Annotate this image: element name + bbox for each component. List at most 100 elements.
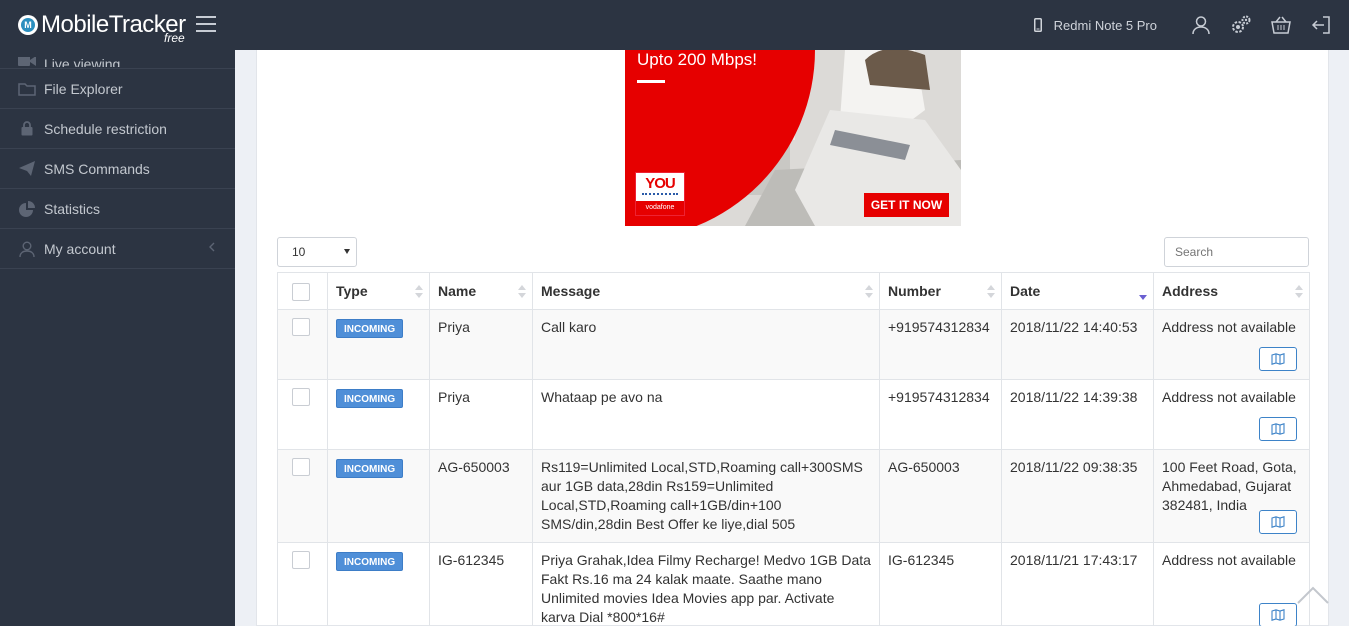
sidebar-item-label: File Explorer <box>44 80 123 97</box>
date-cell: 2018/11/22 14:40:53 <box>1001 309 1154 380</box>
column-label: Type <box>336 283 368 299</box>
user-icon <box>18 240 36 258</box>
message-cell: Whataap pe avo na <box>532 379 880 450</box>
sort-icon <box>518 285 526 299</box>
map-icon <box>1271 516 1285 528</box>
map-icon <box>1271 423 1285 435</box>
sort-icon <box>1295 285 1303 299</box>
ad-brand: YOU <box>645 175 676 192</box>
sort-icon <box>415 285 423 299</box>
map-icon <box>1271 353 1285 365</box>
type-cell: INCOMING <box>327 542 430 626</box>
column-header-name[interactable]: Name <box>429 272 533 310</box>
status-badge: INCOMING <box>336 319 404 338</box>
address-cell: Address not available <box>1153 379 1310 450</box>
pie-chart-icon <box>18 200 36 218</box>
phone-icon <box>1033 18 1042 32</box>
row-checkbox[interactable] <box>292 388 310 406</box>
number-cell: +919574312834 <box>879 379 1002 450</box>
address-cell: Address not available <box>1153 309 1310 380</box>
status-badge: INCOMING <box>336 552 404 571</box>
column-label: Number <box>888 283 941 299</box>
top-bar: M MobileTracker free Redmi Note 5 Pro <box>0 0 1349 50</box>
user-icon[interactable] <box>1181 0 1221 50</box>
map-button[interactable] <box>1259 417 1297 441</box>
row-checkbox[interactable] <box>292 318 310 336</box>
date-cell: 2018/11/21 17:43:17 <box>1001 542 1154 626</box>
address-text: Address not available <box>1162 552 1296 568</box>
table-row[interactable]: INCOMING Priya Call karo +919574312834 2… <box>277 309 1310 380</box>
sidebar-item-schedule-restriction[interactable]: Schedule restriction <box>0 109 235 149</box>
address-text: Address not available <box>1162 389 1296 405</box>
paper-plane-icon <box>18 160 36 178</box>
row-select-cell <box>277 449 328 543</box>
column-header-type[interactable]: Type <box>327 272 430 310</box>
message-cell: Rs119=Unlimited Local,STD,Roaming call+3… <box>532 449 880 543</box>
sidebar-item-statistics[interactable]: Statistics <box>0 189 235 229</box>
sidebar: Live viewing File Explorer Schedule rest… <box>0 50 235 626</box>
device-selector[interactable]: Redmi Note 5 Pro <box>1033 17 1157 33</box>
caret-down-icon <box>344 249 350 254</box>
row-checkbox[interactable] <box>292 551 310 569</box>
column-header-date[interactable]: Date <box>1001 272 1154 310</box>
sidebar-item-my-account[interactable]: My account <box>0 229 235 269</box>
number-cell: +919574312834 <box>879 309 1002 380</box>
name-cell: Priya <box>429 309 533 380</box>
table-row[interactable]: INCOMING AG-650003 Rs119=Unlimited Local… <box>277 449 1310 543</box>
settings-gears-icon[interactable] <box>1221 0 1261 50</box>
menu-toggle-icon[interactable] <box>196 16 216 32</box>
type-cell: INCOMING <box>327 449 430 543</box>
folder-icon <box>18 80 36 98</box>
chevron-left-icon <box>209 242 215 252</box>
video-camera-icon <box>18 57 36 67</box>
row-checkbox[interactable] <box>292 458 310 476</box>
address-text: 100 Feet Road, Gota, Ahmedabad, Gujarat … <box>1162 459 1297 513</box>
message-cell: Priya Grahak,Idea Filmy Recharge! Medvo … <box>532 542 880 626</box>
map-button[interactable] <box>1259 347 1297 371</box>
search-input[interactable] <box>1164 237 1309 267</box>
address-text: Address not available <box>1162 319 1296 335</box>
scroll-to-top-icon[interactable] <box>1297 586 1329 604</box>
column-label: Message <box>541 283 601 299</box>
date-cell: 2018/11/22 09:38:35 <box>1001 449 1154 543</box>
sort-desc-icon <box>1139 285 1147 300</box>
column-label: Address <box>1162 283 1219 299</box>
status-badge: INCOMING <box>336 459 404 478</box>
lock-icon <box>18 120 36 138</box>
app-logo[interactable]: M MobileTracker free <box>18 0 198 50</box>
ad-divider <box>637 80 665 83</box>
sidebar-item-live-viewing[interactable]: Live viewing <box>0 50 235 69</box>
row-select-cell <box>277 309 328 380</box>
sort-icon <box>987 285 995 299</box>
sidebar-item-label: Live viewing <box>44 57 121 67</box>
column-header-address[interactable]: Address <box>1153 272 1310 310</box>
map-button[interactable] <box>1259 510 1297 534</box>
logout-icon[interactable] <box>1301 0 1341 50</box>
column-header-message[interactable]: Message <box>532 272 880 310</box>
page-length-value: 10 <box>292 245 306 259</box>
advertisement-banner[interactable]: Upto 200 Mbps! YOU vodafone GET IT NOW <box>625 50 961 226</box>
ad-brand-logo: YOU vodafone <box>635 172 685 216</box>
sidebar-item-sms-commands[interactable]: SMS Commands <box>0 149 235 189</box>
table-row[interactable]: INCOMING IG-612345 Priya Grahak,Idea Fil… <box>277 542 1310 626</box>
select-all-checkbox[interactable] <box>292 282 310 301</box>
map-button[interactable] <box>1259 603 1297 626</box>
device-name: Redmi Note 5 Pro <box>1053 17 1157 33</box>
ad-cta-button[interactable]: GET IT NOW <box>864 193 949 217</box>
date-cell: 2018/11/22 14:39:38 <box>1001 379 1154 450</box>
table-row[interactable]: INCOMING Priya Whataap pe avo na +919574… <box>277 379 1310 450</box>
name-cell: AG-650003 <box>429 449 533 543</box>
row-select-cell <box>277 379 328 450</box>
address-cell: Address not available <box>1153 542 1310 626</box>
type-cell: INCOMING <box>327 379 430 450</box>
sidebar-item-file-explorer[interactable]: File Explorer <box>0 69 235 109</box>
name-cell: IG-612345 <box>429 542 533 626</box>
number-cell: IG-612345 <box>879 542 1002 626</box>
page-length-select[interactable]: 10 <box>277 237 357 267</box>
column-header-number[interactable]: Number <box>879 272 1002 310</box>
logo-icon: M <box>18 15 38 35</box>
sidebar-item-label: SMS Commands <box>44 160 150 177</box>
shop-basket-icon[interactable] <box>1261 0 1301 50</box>
ad-headline: Upto 200 Mbps! <box>637 50 758 69</box>
main-content: Upto 200 Mbps! YOU vodafone GET IT NOW 1… <box>256 50 1329 626</box>
